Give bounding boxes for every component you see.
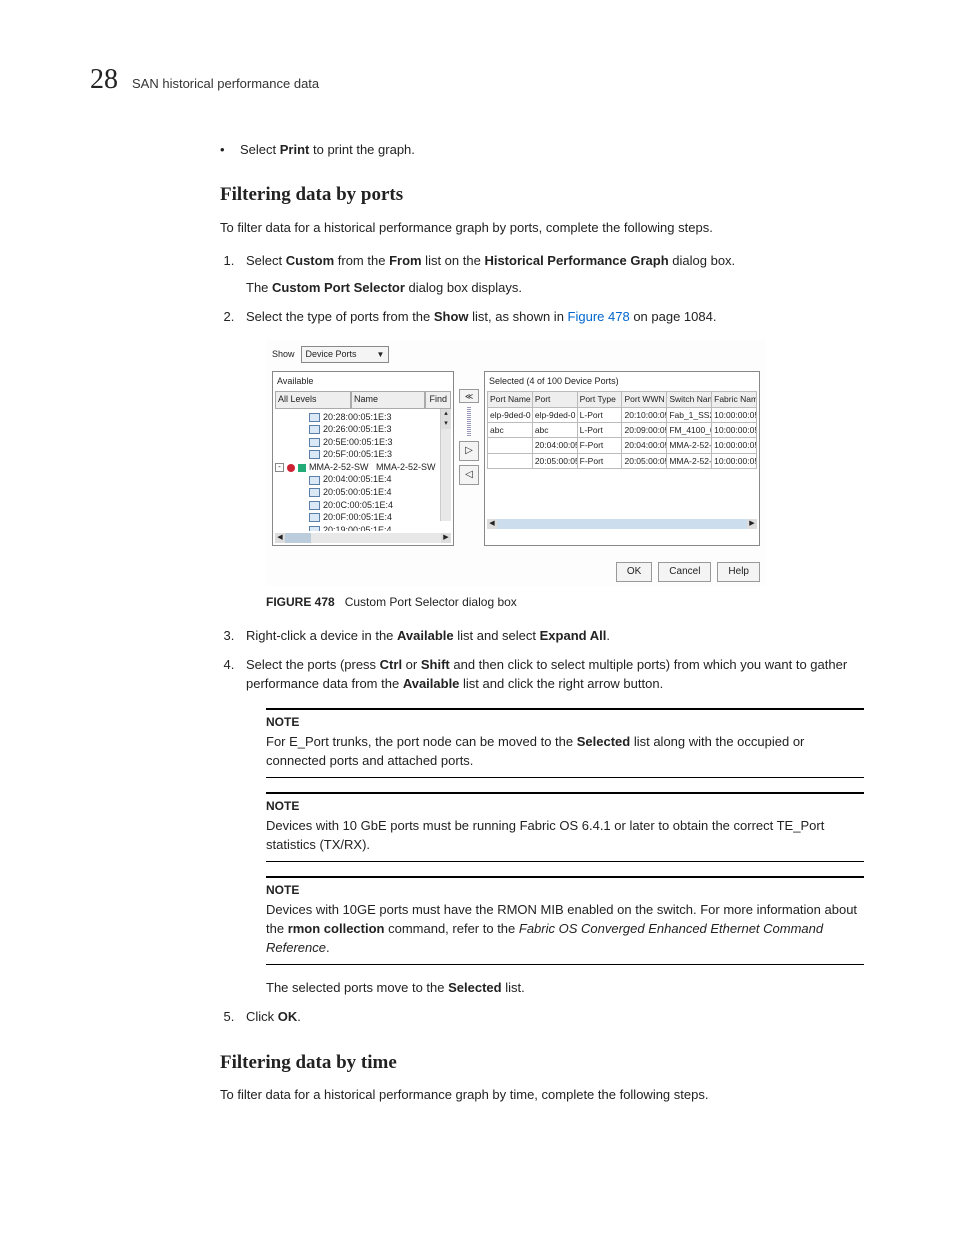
step-2: Select the type of ports from the Show l… [238, 308, 864, 612]
note-2: NOTE Devices with 10 GbE ports must be r… [266, 792, 864, 862]
table-row[interactable]: elp-9ded-0elp-9ded-0L-Port20:10:00:05...… [488, 407, 757, 422]
scroll-left-icon[interactable]: ◀ [275, 533, 285, 543]
figure-custom-port-selector: Show Device Ports ▼ Available All Level [266, 340, 766, 586]
intro-filter-ports: To filter data for a historical performa… [220, 219, 864, 238]
scroll-thumb[interactable] [285, 533, 311, 543]
available-col-all-levels[interactable]: All Levels [275, 391, 351, 408]
table-row[interactable]: 20:04:00:05...F-Port20:04:00:05...MMA-2-… [488, 438, 757, 453]
page-header: 28 SAN historical performance data [90, 60, 864, 101]
move-left-button[interactable]: ◁ [459, 465, 479, 485]
step-4: Select the ports (press Ctrl or Shift an… [238, 656, 864, 998]
available-tree[interactable]: 20:28:00:05:1E:320:26:00:05:1E:320:5E:00… [275, 409, 451, 531]
page-number: 28 [90, 60, 118, 101]
step-1-sub: The Custom Port Selector dialog box disp… [246, 279, 864, 298]
move-right-button[interactable]: ▷ [459, 441, 479, 461]
scroll-left-icon[interactable]: ◀ [487, 519, 497, 529]
selected-col-header[interactable]: Port WWN [622, 392, 667, 407]
splitter-handle[interactable] [467, 407, 471, 437]
tree-row[interactable]: 20:26:00:05:1E:3 [275, 423, 451, 436]
figure-caption: FIGURE 478 Custom Port Selector dialog b… [266, 594, 864, 611]
note-1: NOTE For E_Port trunks, the port node ca… [266, 708, 864, 778]
selected-col-header[interactable]: Fabric Name [712, 392, 757, 407]
figure-toolbar: Show Device Ports ▼ [266, 340, 766, 371]
bullet-text: Select Print to print the graph. [240, 141, 415, 160]
tree-row[interactable]: 20:28:00:05:1E:3 [275, 411, 451, 424]
tree-row[interactable]: 20:19:00:05:1E:4 [275, 524, 451, 531]
tree-row[interactable]: 20:04:00:05:1E:4 [275, 473, 451, 486]
bullet-dot-icon: • [220, 141, 226, 160]
selected-col-header[interactable]: Port [532, 392, 577, 407]
show-dropdown[interactable]: Device Ports ▼ [301, 346, 390, 363]
selected-panel: Selected (4 of 100 Device Ports) Port Na… [484, 371, 760, 545]
scroll-right-icon[interactable]: ▶ [441, 533, 451, 543]
tree-row[interactable]: 20:0F:00:05:1E:4 [275, 511, 451, 524]
scroll-up-icon[interactable]: ▴ [441, 409, 451, 419]
step-1: Select Custom from the From list on the … [238, 252, 864, 298]
page-section-title: SAN historical performance data [132, 75, 319, 94]
table-row[interactable]: 20:05:00:05...F-Port20:05:00:05...MMA-2-… [488, 453, 757, 468]
chevron-down-icon: ▼ [377, 349, 385, 361]
show-label: Show [272, 348, 295, 361]
step-3: Right-click a device in the Available li… [238, 627, 864, 646]
help-button[interactable]: Help [717, 562, 760, 583]
table-row[interactable]: abcabcL-Port20:09:00:05...FM_4100_05...1… [488, 423, 757, 438]
scrollbar-vertical[interactable]: ▴ ▾ [440, 409, 451, 521]
figure-link[interactable]: Figure 478 [568, 309, 630, 324]
scroll-down-icon[interactable]: ▾ [441, 419, 451, 429]
bullet-item: • Select Print to print the graph. [220, 141, 864, 160]
tree-row[interactable]: 20:05:00:05:1E:4 [275, 486, 451, 499]
dialog-buttons: OK Cancel Help [266, 552, 766, 587]
selected-col-header[interactable]: Switch Name [667, 392, 712, 407]
step-5: Click OK. [238, 1008, 864, 1027]
steps-list: Select Custom from the From list on the … [220, 252, 864, 1027]
selected-title: Selected (4 of 100 Device Ports) [487, 374, 757, 391]
tree-row[interactable]: 20:5E:00:05:1E:3 [275, 436, 451, 449]
scrollbar-horizontal[interactable]: ◀ ▶ [275, 533, 451, 543]
available-title: Available [275, 374, 451, 391]
scroll-right-icon[interactable]: ▶ [747, 519, 757, 529]
transfer-buttons: ≪ ▷ ◁ [458, 371, 480, 545]
find-button[interactable]: Find [425, 391, 451, 408]
remove-all-button[interactable]: ≪ [459, 389, 479, 403]
selected-col-header[interactable]: Port Type [577, 392, 622, 407]
cancel-button[interactable]: Cancel [658, 562, 711, 583]
step-4-after: The selected ports move to the Selected … [266, 979, 864, 998]
tree-row[interactable]: -MMA-2-52-SW MMA-2-52-SW [275, 461, 451, 474]
tree-row[interactable]: 20:0C:00:05:1E:4 [275, 499, 451, 512]
heading-filter-ports: Filtering data by ports [220, 181, 864, 209]
scroll-thumb[interactable] [497, 519, 747, 529]
intro-filter-time: To filter data for a historical performa… [220, 1086, 864, 1105]
show-control: Show Device Ports ▼ [272, 346, 760, 363]
note-3: NOTE Devices with 10GE ports must have t… [266, 876, 864, 965]
heading-filter-time: Filtering data by time [220, 1049, 864, 1077]
selected-scrollbar-horizontal[interactable]: ◀ ▶ [487, 519, 757, 529]
page-content: • Select Print to print the graph. Filte… [220, 141, 864, 1105]
available-col-name[interactable]: Name [351, 391, 425, 408]
tree-row[interactable]: 20:5F:00:05:1E:3 [275, 448, 451, 461]
selected-table[interactable]: Port NamePortPort TypePort WWNSwitch Nam… [487, 391, 757, 469]
available-panel: Available All Levels Name Find 20:28:00:… [272, 371, 454, 545]
ok-button[interactable]: OK [616, 562, 652, 583]
selected-col-header[interactable]: Port Name [488, 392, 533, 407]
